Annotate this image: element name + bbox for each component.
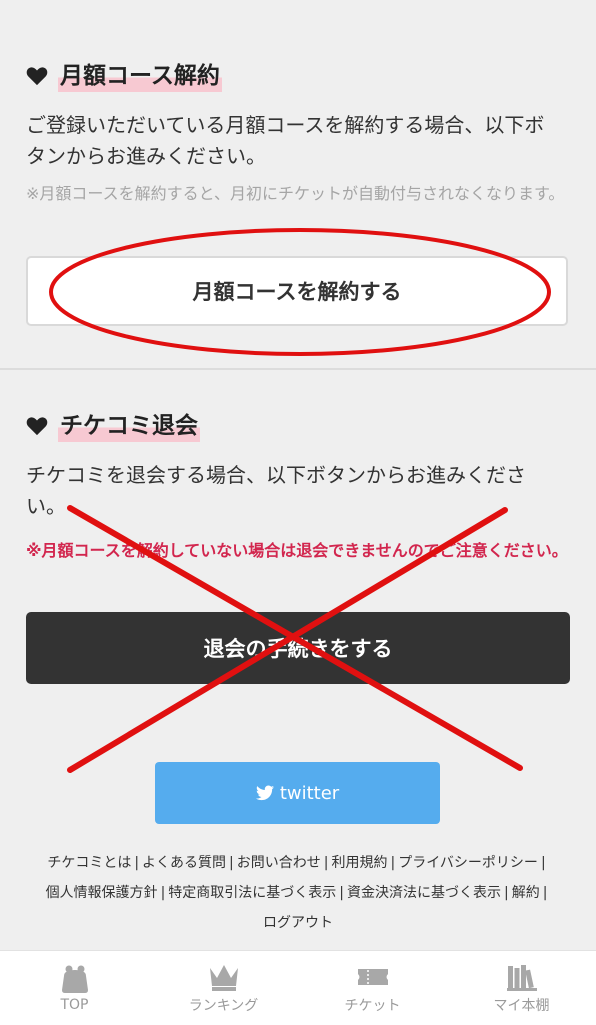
footer-link-faq[interactable]: よくある質問 xyxy=(142,855,226,871)
withdraw-section: チケコミ退会 チケコミを退会する場合、以下ボタンからお進みください。 ※月額コー… xyxy=(0,368,596,952)
tab-ranking[interactable]: ランキング xyxy=(149,951,298,1025)
footer-link-terms[interactable]: 利用規約 xyxy=(331,855,387,871)
crown-icon xyxy=(209,964,238,991)
ticket-icon xyxy=(357,968,388,985)
tab-ticket-label: チケット xyxy=(344,997,401,1014)
tab-top-label: TOP xyxy=(60,996,89,1013)
twitter-label: twitter xyxy=(279,782,340,804)
footer-link-cancel[interactable]: 解約 xyxy=(512,885,540,901)
bottom-tab-bar: TOP ランキング チケット マイ本棚 xyxy=(0,950,596,1025)
cancel-course-heading: 月額コース解約 xyxy=(26,60,222,92)
footer-link-payment-law[interactable]: 資金決済法に基づく表示 xyxy=(347,885,501,901)
withdraw-warning: ※月額コースを解約していない場合は退会できませんのでご注意ください。 xyxy=(26,541,568,560)
withdraw-description: チケコミを退会する場合、以下ボタンからお進みください。 xyxy=(26,463,526,518)
footer-link-about[interactable]: チケコミとは xyxy=(47,855,131,871)
withdraw-heading: チケコミ退会 xyxy=(26,410,200,442)
tab-ranking-label: ランキング xyxy=(188,997,259,1014)
twitter-button[interactable]: twitter xyxy=(155,762,440,824)
heart-icon xyxy=(26,67,48,86)
heart-icon xyxy=(26,417,48,436)
footer-link-tokushoho[interactable]: 特定商取引法に基づく表示 xyxy=(168,885,336,901)
twitter-icon xyxy=(255,785,274,801)
tab-top[interactable]: TOP xyxy=(0,951,149,1025)
cancel-course-note: ※月額コースを解約すると、月初にチケットが自動付与されなくなります。 xyxy=(26,184,565,203)
top-icon xyxy=(61,965,88,993)
cancel-course-button[interactable]: 月額コースを解約する xyxy=(26,256,568,326)
footer-links: チケコミとは | よくある質問 | お問い合わせ | 利用規約 | プライバシーポリシー | 個人… xyxy=(45,855,548,931)
cancel-course-section: 月額コース解約 ご登録いただいている月額コースを解約する場合、以下ボタンからお進… xyxy=(0,0,596,368)
tab-bookshelf[interactable]: マイ本棚 xyxy=(447,951,596,1025)
bookshelf-icon xyxy=(506,964,537,991)
footer-link-privacy[interactable]: プライバシーポリシー xyxy=(398,855,538,871)
withdraw-title: チケコミ退会 xyxy=(58,410,200,442)
withdraw-button[interactable]: 退会の手続きをする xyxy=(26,612,570,684)
footer-link-contact[interactable]: お問い合わせ xyxy=(237,855,321,871)
cancel-course-description: ご登録いただいている月額コースを解約する場合、以下ボタンからお進みください。 xyxy=(26,113,545,168)
footer-link-logout[interactable]: ログアウト xyxy=(263,915,333,931)
cancel-course-title: 月額コース解約 xyxy=(58,60,222,92)
tab-bookshelf-label: マイ本棚 xyxy=(493,997,550,1014)
footer-link-personal-info[interactable]: 個人情報保護方針 xyxy=(46,885,158,901)
tab-ticket[interactable]: チケット xyxy=(298,951,447,1025)
